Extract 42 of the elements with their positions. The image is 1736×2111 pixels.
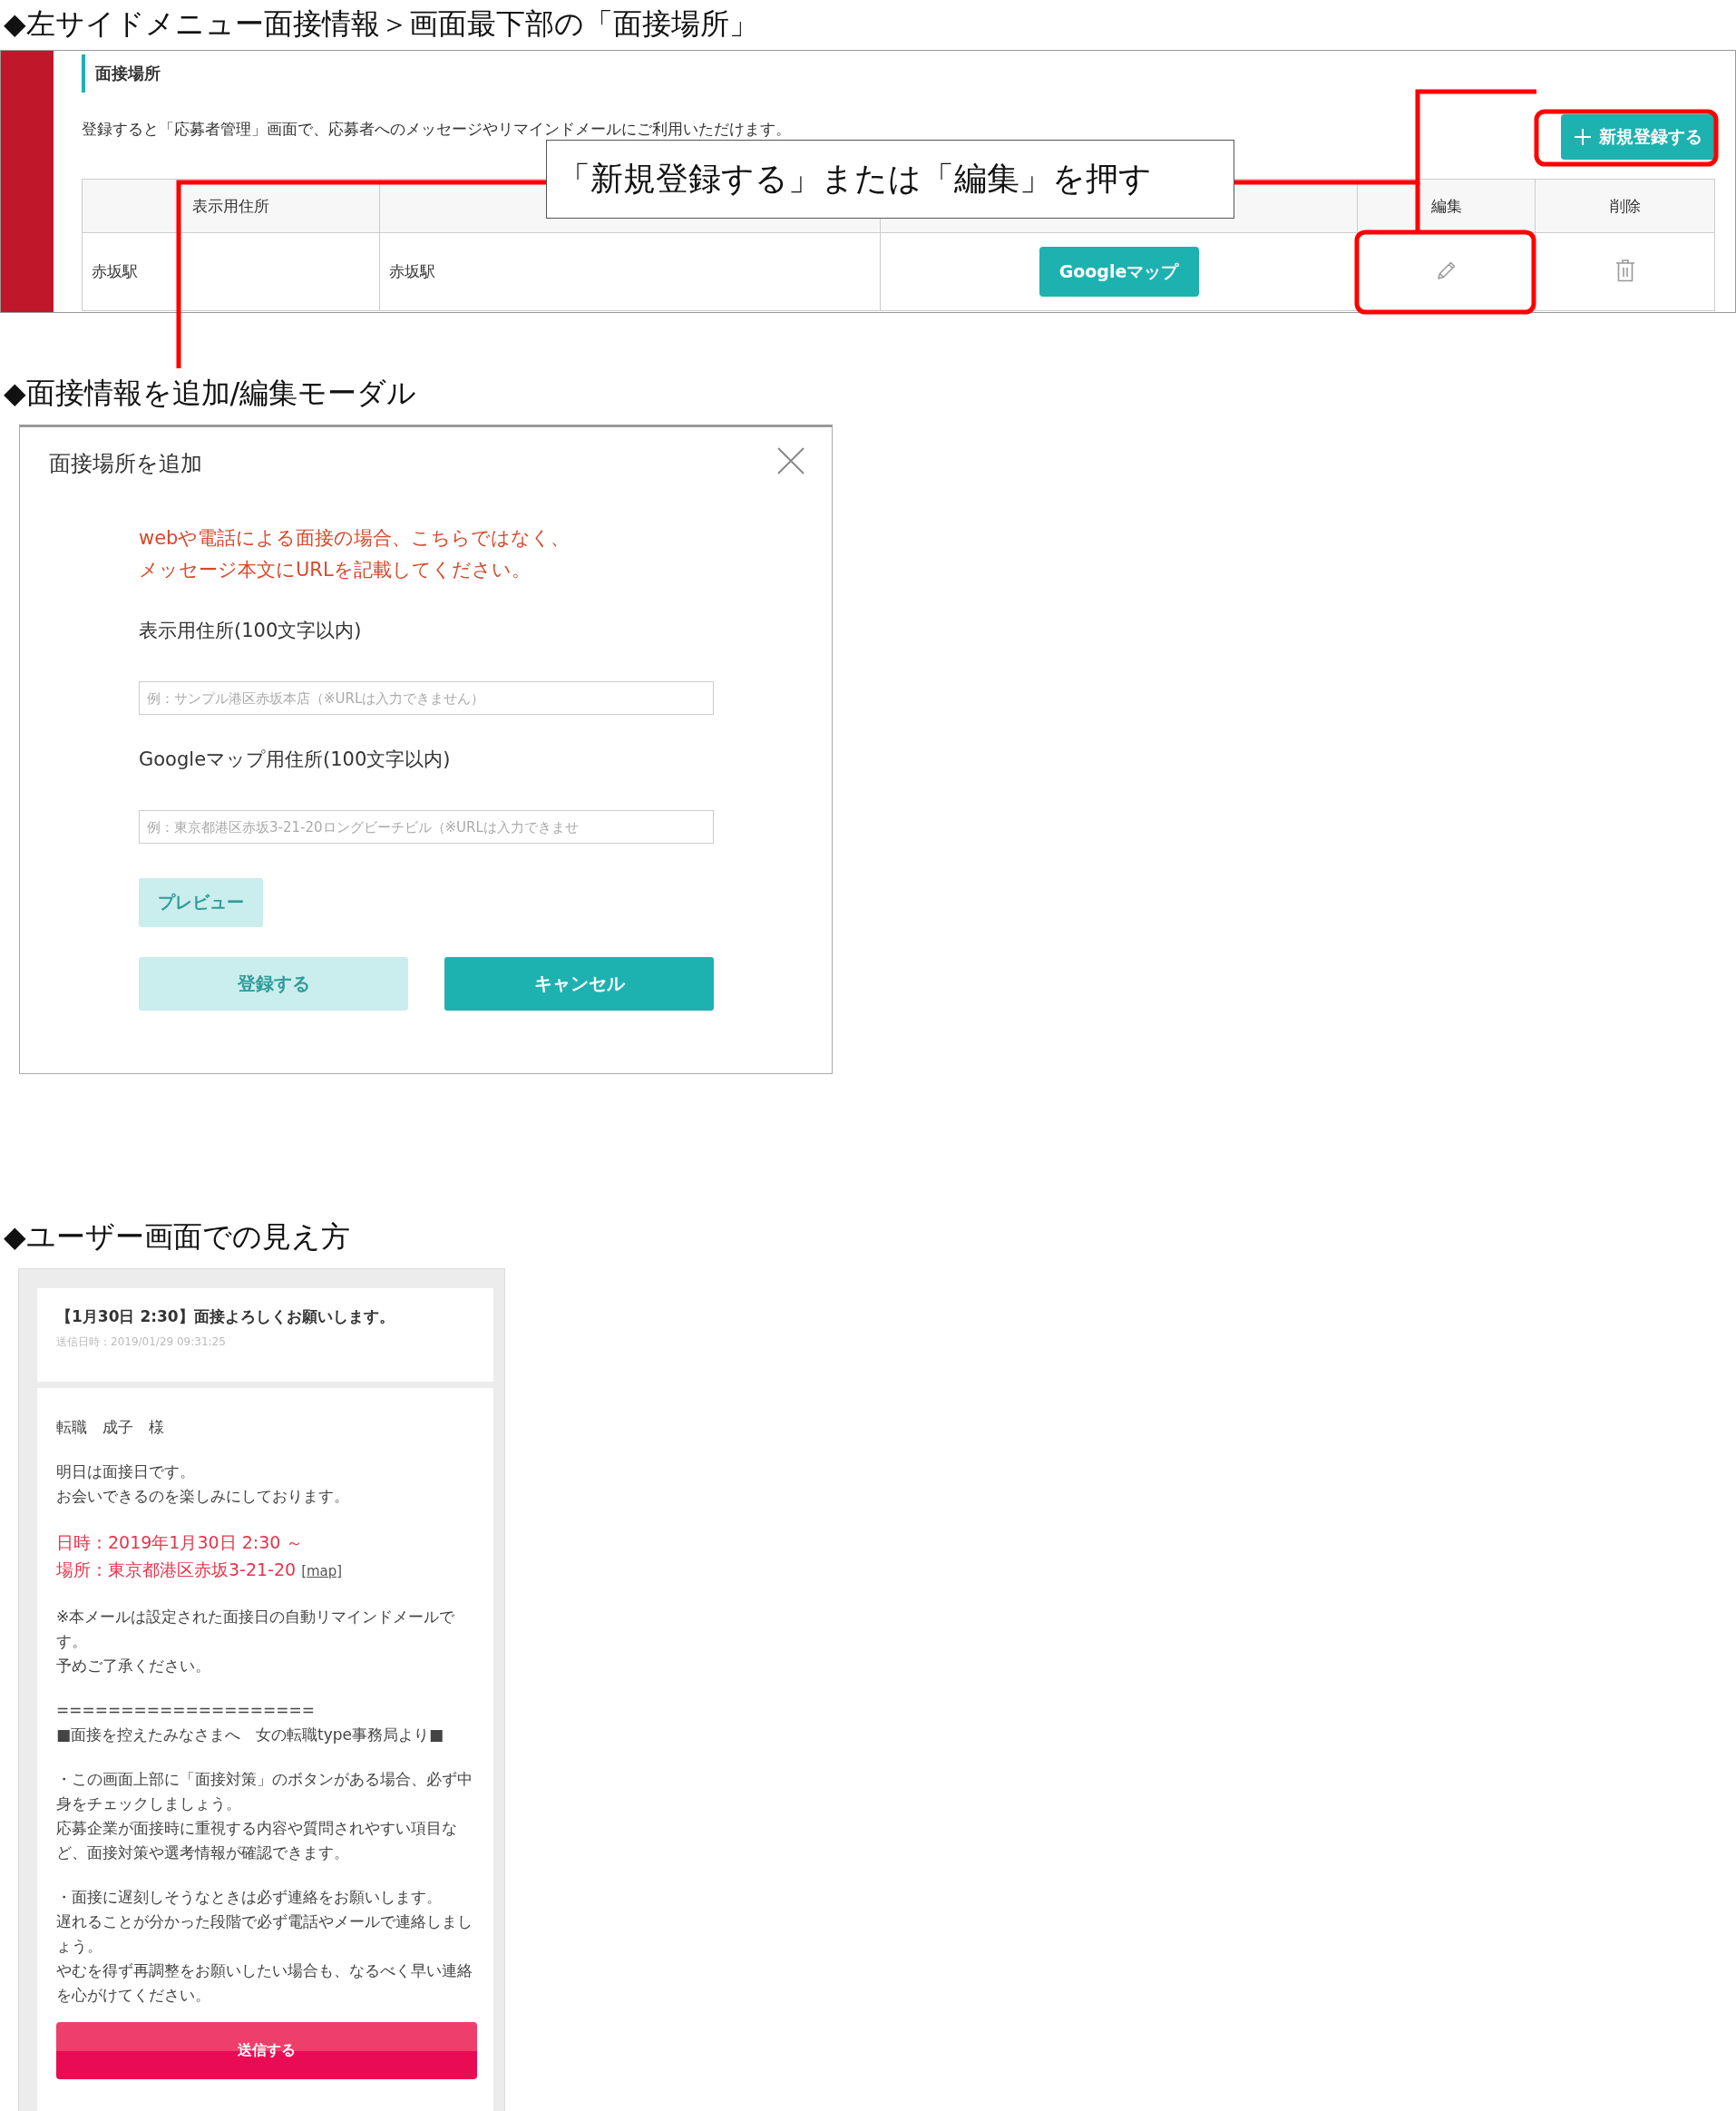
field-label: 表示用住所(100文字以内) <box>139 619 362 643</box>
message-text: 転職 成子 様 <box>56 1417 165 1438</box>
message-text: ※本メールは設定された面接日の自動リマインドメールです。 <box>56 1607 456 1652</box>
schedule-text: 日時：2019年1月30日 2:30 ～ <box>56 1531 304 1554</box>
message-text: 予めご了承ください。 <box>56 1656 211 1676</box>
close-icon[interactable] <box>777 447 805 474</box>
section-heading: ◆左サイドメニュー面接情報＞画面最下部の「面接場所」 <box>4 5 758 43</box>
message-text: ==================== <box>56 1700 316 1721</box>
table-cell-text: 赤坂駅 <box>92 261 138 282</box>
section-heading: ◆面接情報を追加/編集モーダル <box>4 375 417 412</box>
column-header: 表示用住所 <box>192 195 269 217</box>
message-text: ■面接を控えたみなさまへ 女の転職type事務局より■ <box>56 1725 445 1745</box>
new-register-button[interactable]: 新規登録する <box>1561 114 1715 160</box>
sent-date: 送信日時：2019/01/29 09:31:25 <box>56 1334 226 1350</box>
message-text: お会いできるのを楽しみにしております。 <box>56 1486 350 1507</box>
column-header: 削除 <box>1609 195 1641 217</box>
plus-icon <box>1574 128 1592 146</box>
message-text: やむを得ず再調整をお願いしたい場合も、なるべく早い連絡を心がけてください。 <box>56 1960 473 2006</box>
section-title: 面接場所 <box>82 54 161 93</box>
cancel-button[interactable]: キャンセル <box>444 957 714 1011</box>
section-heading: ◆ユーザー画面での見え方 <box>4 1218 350 1256</box>
message-text: 明日は面接日です。 <box>56 1461 196 1482</box>
column-header: 編集 <box>1430 195 1462 217</box>
send-button[interactable]: 送信する <box>56 2022 477 2079</box>
notice-text: webや電話による面接の場合、こちらではなく、 <box>139 526 571 551</box>
message-text: 遅れることが分かった段階で必ず電話やメールで連絡しましょう。 <box>56 1911 473 1957</box>
message-text: ・面接に遅刻しそうなときは必ず連絡をお願いします。 <box>56 1887 443 1908</box>
message-text: 応募企業が面接時に重視する内容や質問されやすい項目など、面接対策や選考情報が確認できます。 <box>56 1818 458 1863</box>
trash-icon[interactable] <box>1614 258 1635 282</box>
map-link[interactable]: [map] <box>301 1558 343 1585</box>
map-button[interactable]: Googleマップ <box>1039 247 1199 297</box>
address-field[interactable]: 例：東京都港区赤坂3-21-20ロングビーチビル（※URLは入力できませ <box>139 810 714 844</box>
callout-text: 「新規登録する」または「編集」を押す <box>546 140 1234 219</box>
schedule-text: 場所：東京都港区赤坂3-21-20 <box>56 1559 297 1581</box>
address-field[interactable]: 例：サンプル港区赤坂本店（※URLは入力できません） <box>139 681 714 715</box>
table-cell-text: 赤坂駅 <box>389 261 435 282</box>
notice-text: メッセージ本文にURLを記載してください。 <box>139 558 531 582</box>
message-subject: 【1月30日 2:30】面接よろしくお願いします。 <box>56 1306 395 1327</box>
description-text: 登録すると「応募者管理」画面で、応募者へのメッセージやリマインドメールにご利用いただけます。 <box>82 119 791 140</box>
field-label: Googleマップ用住所(100文字以内) <box>139 748 451 772</box>
modal-title: 面接場所を追加 <box>48 450 202 478</box>
message-text: ・この画面上部に「面接対策」のボタンがある場合、必ず中身をチェックしましょう。 <box>56 1769 473 1814</box>
